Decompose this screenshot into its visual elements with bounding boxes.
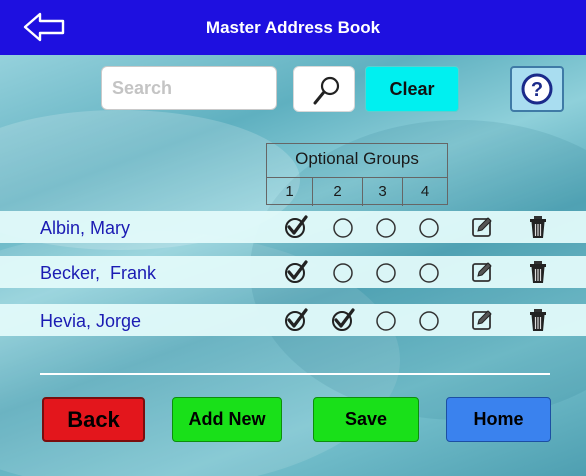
back-button[interactable]: Back (42, 397, 145, 442)
checkmark-circle-icon[interactable] (283, 259, 309, 285)
contact-name[interactable]: Albin, Mary (40, 218, 130, 239)
magnifier-icon (313, 76, 340, 105)
divider (40, 373, 550, 375)
pencil-edit-icon[interactable] (469, 259, 495, 285)
empty-circle-icon[interactable] (416, 259, 442, 285)
group-number: 1 (285, 183, 294, 200)
group-number: 4 (402, 178, 447, 206)
address-book-screen: Master Address Book Clear ? Optional Gro… (0, 0, 586, 476)
add-new-button[interactable]: Add New (172, 397, 282, 442)
search-button[interactable] (293, 66, 355, 112)
contact-name[interactable]: Becker, Frank (40, 263, 156, 284)
group-numbers: 1 2 3 4 (267, 177, 447, 206)
header-bar: Master Address Book (0, 0, 586, 55)
pencil-edit-icon[interactable] (469, 307, 495, 333)
trash-icon[interactable] (525, 307, 551, 333)
group-number: 3 (362, 178, 402, 206)
optional-groups-header: Optional Groups 1 2 3 4 (266, 143, 448, 206)
checkmark-circle-icon[interactable] (283, 214, 309, 240)
home-button[interactable]: Home (446, 397, 551, 442)
pencil-edit-icon[interactable] (469, 214, 495, 240)
checkmark-circle-icon[interactable] (283, 307, 309, 333)
empty-circle-icon[interactable] (373, 259, 399, 285)
search-input[interactable] (101, 66, 277, 110)
save-button[interactable]: Save (313, 397, 419, 442)
help-button[interactable]: ? (510, 66, 564, 112)
page-title: Master Address Book (205, 18, 381, 37)
empty-circle-icon[interactable] (373, 307, 399, 333)
contact-row[interactable]: Becker, Frank (0, 256, 586, 288)
empty-circle-icon[interactable] (330, 259, 356, 285)
trash-icon[interactable] (525, 259, 551, 285)
empty-circle-icon[interactable] (416, 307, 442, 333)
svg-text:?: ? (531, 79, 543, 101)
clear-button[interactable]: Clear (365, 66, 459, 112)
trash-icon[interactable] (525, 214, 551, 240)
group-number: 2 (312, 178, 362, 206)
empty-circle-icon[interactable] (416, 214, 442, 240)
contact-row[interactable]: Albin, Mary (0, 211, 586, 243)
contact-row[interactable]: Hevia, Jorge (0, 304, 586, 336)
empty-circle-icon[interactable] (330, 214, 356, 240)
contact-name[interactable]: Hevia, Jorge (40, 311, 141, 332)
question-icon: ? (521, 73, 553, 105)
optional-groups-title: Optional Groups (295, 149, 419, 168)
empty-circle-icon[interactable] (373, 214, 399, 240)
checkmark-circle-icon[interactable] (330, 307, 356, 333)
